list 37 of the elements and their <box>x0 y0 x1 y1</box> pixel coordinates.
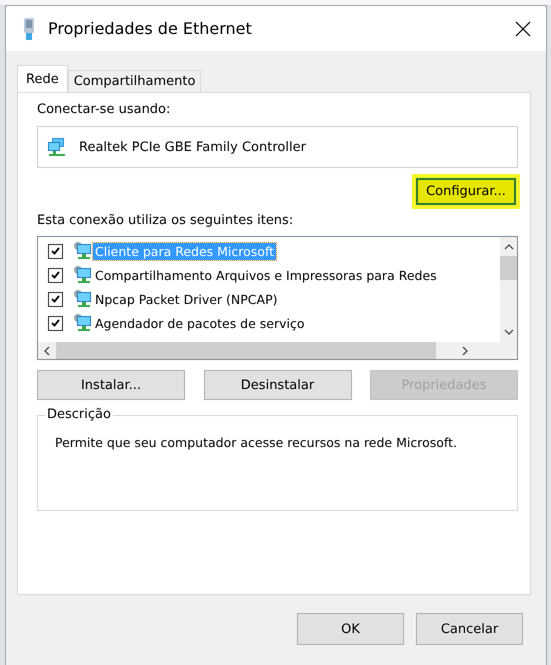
network-component-icon <box>73 265 93 285</box>
list-item[interactable]: Npcap Packet Driver (NPCAP) <box>93 290 280 308</box>
tab[interactable]: Rede <box>17 65 68 92</box>
scroll-thumb[interactable] <box>500 256 517 280</box>
close-icon <box>515 20 531 36</box>
network-component-icon <box>73 313 93 333</box>
checkmark-icon <box>51 247 60 255</box>
checkbox[interactable] <box>48 244 63 258</box>
item-button[interactable]: Desinstalar <box>204 370 352 400</box>
adapter-name: Realtek PCIe GBE Family Controller <box>79 140 306 154</box>
list-item[interactable]: Agendador de pacotes de serviço <box>93 314 307 332</box>
checkbox[interactable] <box>48 316 63 330</box>
group-title: Descrição <box>45 407 113 422</box>
checkbox[interactable] <box>48 292 63 306</box>
chevron-down-icon <box>504 329 514 336</box>
vertical-scrollbar[interactable] <box>500 237 517 342</box>
dialog-button[interactable]: Cancelar <box>416 613 523 645</box>
checkmark-icon <box>51 271 60 279</box>
chevron-up-icon <box>504 243 514 250</box>
network-component-icon <box>73 241 93 261</box>
ethernet-plug-icon <box>22 18 36 40</box>
chevron-right-icon <box>462 346 469 356</box>
section-label: Conectar-se usando: <box>37 102 172 119</box>
description-text: Permite que seu computador acesse recursos na rede Microsoft. <box>55 434 458 452</box>
checkmark-icon <box>51 295 60 303</box>
section-label: Esta conexão utiliza os seguintes itens: <box>37 213 294 230</box>
network-adapter-icon <box>47 137 67 157</box>
scroll-thumb[interactable] <box>56 342 436 359</box>
item-button[interactable]: Instalar... <box>37 370 185 400</box>
checkmark-icon <box>51 319 60 327</box>
tab[interactable]: Compartilhamento <box>68 70 202 92</box>
chevron-left-icon <box>43 346 50 356</box>
list-item[interactable]: Compartilhamento Arquivos e Impressoras para Redes <box>93 266 439 284</box>
dialog-button[interactable]: OK <box>297 613 404 645</box>
window-title: Propriedades de Ethernet <box>48 19 253 38</box>
network-component-icon <box>73 289 93 309</box>
checkbox[interactable] <box>48 268 63 282</box>
